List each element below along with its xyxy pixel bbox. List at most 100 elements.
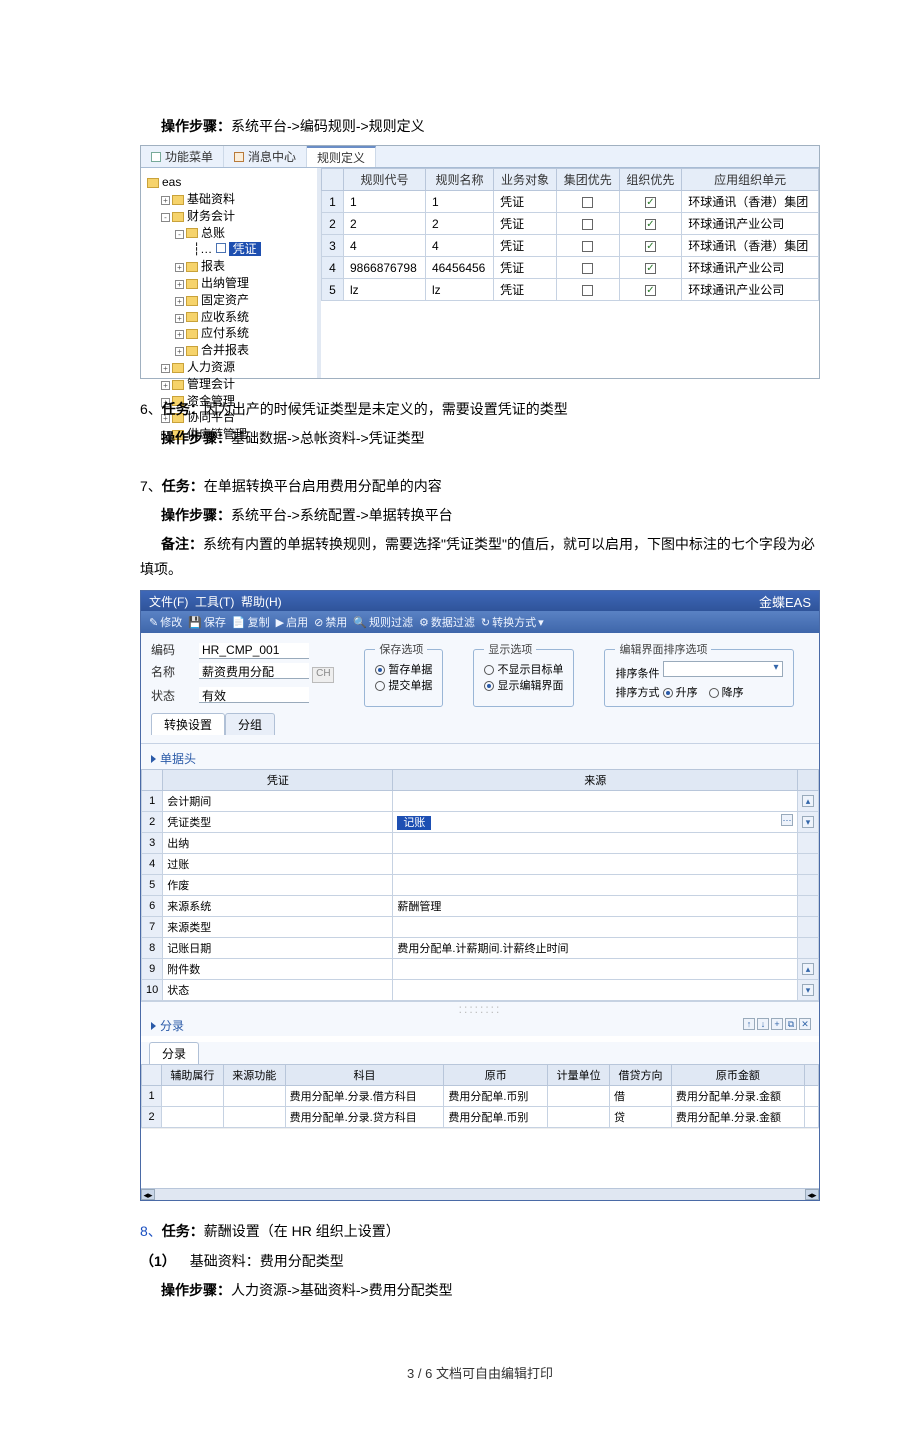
table-row[interactable]: 4过账	[142, 854, 819, 875]
table-row[interactable]: 8记账日期费用分配单.计薪期间.计薪终止时间	[142, 938, 819, 959]
table-row[interactable]: 5lzlz凭证环球通讯产业公司	[322, 279, 819, 301]
tree-asset[interactable]: 固定资产	[201, 293, 249, 307]
col-srcfn: 来源功能	[223, 1065, 285, 1086]
btn-rulefilter[interactable]: 🔍 规则过滤	[353, 614, 413, 630]
table-row[interactable]: 2费用分配单.分录.贷方科目费用分配单.币别贷费用分配单.分录.金额	[142, 1107, 819, 1128]
brand-label: 金蝶EAS	[759, 592, 811, 611]
btn-disable[interactable]: ⊘ 禁用	[314, 614, 347, 630]
tab-msg-center[interactable]: 消息中心	[224, 146, 307, 167]
rule-def-window: 功能菜单 消息中心 规则定义 eas +基础资料 -财务会计 -总账 ┆… 凭证	[140, 145, 820, 379]
table-row[interactable]: 6来源系统薪酬管理	[142, 896, 819, 917]
radio-showedit[interactable]	[484, 681, 494, 691]
tab-func-menu[interactable]: 功能菜单	[141, 146, 224, 167]
table-row[interactable]: 344凭证环球通讯（香港）集团	[322, 235, 819, 257]
task7-note: 备注：系统有内置的单据转换规则，需要选择"凭证类型"的值后，就可以启用，下图中标…	[140, 532, 820, 582]
checkbox-group[interactable]	[582, 285, 593, 296]
tree-cashier[interactable]: 出纳管理	[201, 276, 249, 290]
btn-scroll-down[interactable]: ▾	[802, 984, 814, 996]
btn-enable[interactable]: ▶ 启用	[276, 614, 308, 630]
btn-scroll-up[interactable]: ▴	[802, 795, 814, 807]
tree-hr[interactable]: 人力资源	[187, 360, 235, 374]
tree-mgmt[interactable]: 管理会计	[187, 377, 235, 391]
radio-asc[interactable]	[663, 688, 673, 698]
btn-modify[interactable]: ✎ 修改	[149, 614, 182, 630]
menu-file[interactable]: 文件(F)	[149, 595, 188, 609]
name-input[interactable]: 薪资费用分配	[199, 663, 309, 679]
subtab-entry[interactable]: 分录	[149, 1042, 199, 1064]
intro-steps: 操作步骤：系统平台->编码规则->规则定义	[140, 114, 820, 139]
lookup-icon[interactable]: ⋯	[781, 814, 793, 826]
rules-table[interactable]: 规则代号 规则名称 业务对象 集团优先 组织优先 应用组织单元 111凭证环球通…	[321, 168, 819, 301]
table-row[interactable]: 1费用分配单.分录.借方科目费用分配单.币别借费用分配单.分录.金额	[142, 1086, 819, 1107]
checkbox-org[interactable]	[645, 197, 656, 208]
table-row[interactable]: 5作废	[142, 875, 819, 896]
table-row[interactable]: 10状态▾	[142, 980, 819, 1001]
table-row[interactable]: 111凭证环球通讯（香港）集团	[322, 191, 819, 213]
sort-field-combo[interactable]	[663, 661, 783, 677]
subtab-convset[interactable]: 转换设置	[151, 713, 225, 735]
head-grid[interactable]: 凭证 来源 1会计期间▴2凭证类型记账⋯▾3出纳4过账5作废6来源系统薪酬管理7…	[141, 769, 819, 1001]
btn-scroll-up[interactable]: ▴	[802, 963, 814, 975]
checkbox-org[interactable]	[645, 285, 656, 296]
expand-icon	[151, 1022, 156, 1030]
status-input[interactable]: 有效	[199, 687, 309, 703]
tree-voucher[interactable]: 凭证	[229, 242, 261, 256]
col-unit: 计量单位	[548, 1065, 610, 1086]
menu-tool[interactable]: 工具(T)	[195, 595, 234, 609]
btn-copy[interactable]: 📄 复制	[232, 614, 270, 630]
checkbox-org[interactable]	[645, 241, 656, 252]
radio-notarget[interactable]	[484, 665, 494, 675]
btn-save[interactable]: 💾 保存	[188, 614, 226, 630]
entry-grid[interactable]: 辅助属行 来源功能 科目 原币 计量单位 借贷方向 原币金额 1费用分配单.分录…	[141, 1064, 819, 1128]
tree-basic[interactable]: 基础资料	[187, 192, 235, 206]
task6: 6、任务：因为出产的时候凭证类型是未定义的，需要设置凭证的类型	[140, 397, 820, 422]
col-amt: 原币金额	[671, 1065, 804, 1086]
checkbox-group[interactable]	[582, 263, 593, 274]
splitter[interactable]: ::::::::	[141, 1001, 819, 1011]
table-row[interactable]: 222凭证环球通讯产业公司	[322, 213, 819, 235]
radio-submit[interactable]	[375, 681, 385, 691]
tab-rule-def[interactable]: 规则定义	[307, 146, 376, 167]
table-row[interactable]: 7来源类型	[142, 917, 819, 938]
tree-consol[interactable]: 合并报表	[201, 343, 249, 357]
subtab-group[interactable]: 分组	[225, 713, 275, 735]
table-row[interactable]: 9附件数▴	[142, 959, 819, 980]
btn-convert[interactable]: ↻ 转换方式 ▾	[481, 614, 544, 630]
h-scrollbar[interactable]: ◂▸◂▸	[141, 1188, 819, 1200]
checkbox-group[interactable]	[582, 241, 593, 252]
page-footer: 3 / 6 文档可自由编辑打印	[140, 1363, 820, 1382]
table-row[interactable]: 2凭证类型记账⋯▾	[142, 812, 819, 833]
tree-ar[interactable]: 应收系统	[201, 310, 249, 324]
menu-help[interactable]: 帮助(H)	[241, 595, 282, 609]
tree-fin[interactable]: 财务会计	[187, 209, 235, 223]
table-row[interactable]: 3出纳	[142, 833, 819, 854]
nav-tree[interactable]: eas +基础资料 -财务会计 -总账 ┆… 凭证 +报表 +出纳管理	[141, 168, 321, 378]
menubar: 文件(F) 工具(T) 帮助(H) 金蝶EAS	[141, 591, 819, 611]
code-input[interactable]: HR_CMP_001	[199, 643, 309, 659]
tree-root[interactable]: eas	[162, 175, 181, 189]
checkbox-org[interactable]	[645, 219, 656, 230]
btn-up[interactable]: ↑	[743, 1018, 755, 1030]
tree-report[interactable]: 报表	[201, 259, 225, 273]
radio-draft[interactable]	[375, 665, 385, 675]
status-label: 状态	[151, 689, 175, 703]
table-row[interactable]: 1会计期间▴	[142, 791, 819, 812]
checkbox-group[interactable]	[582, 219, 593, 230]
task7-steps: 操作步骤：系统平台->系统配置->单据转换平台	[140, 503, 820, 528]
radio-desc[interactable]	[709, 688, 719, 698]
checkbox-group[interactable]	[582, 197, 593, 208]
tree-gl[interactable]: 总账	[201, 226, 225, 240]
btn-add[interactable]: +	[771, 1018, 783, 1030]
btn-datafilter[interactable]: ⚙ 数据过滤	[419, 614, 475, 630]
section-entry[interactable]: 分录	[141, 1011, 194, 1036]
tree-ap[interactable]: 应付系统	[201, 326, 249, 340]
checkbox-org[interactable]	[645, 263, 656, 274]
col-dc: 借贷方向	[610, 1065, 672, 1086]
btn-copy2[interactable]: ⧉	[785, 1018, 797, 1030]
section-head[interactable]: 单据头	[141, 744, 819, 769]
table-row[interactable]: 4986687679846456456凭证环球通讯产业公司	[322, 257, 819, 279]
intro-steps-label: 操作步骤：	[161, 118, 231, 134]
btn-down[interactable]: ↓	[757, 1018, 769, 1030]
btn-del[interactable]: ✕	[799, 1018, 811, 1030]
btn-scroll-down[interactable]: ▾	[802, 816, 814, 828]
